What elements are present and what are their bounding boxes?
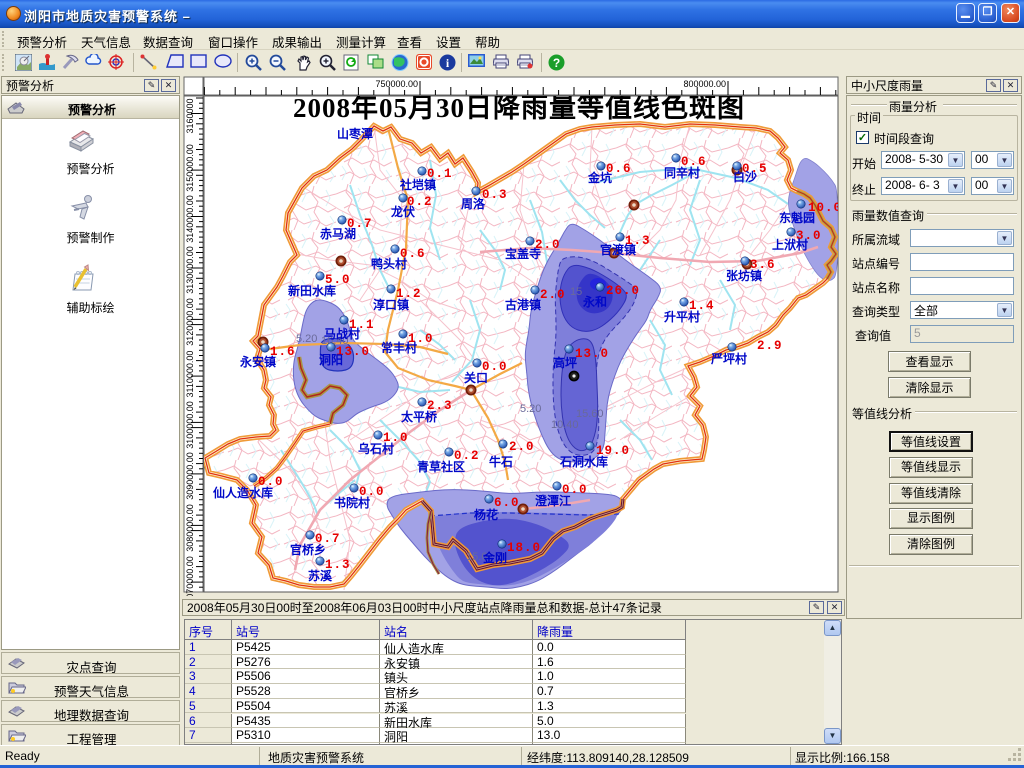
svg-text:鸭头村: 鸭头村 [371,256,407,271]
svg-text:严坪村: 严坪村 [710,351,747,366]
svg-text:3120000.00: 3120000.00 [185,298,195,346]
svg-text:太平桥: 太平桥 [401,409,438,424]
svg-text:青草社区: 青草社区 [417,459,465,474]
svg-text:官桥乡: 官桥乡 [290,542,326,557]
svg-text:10.40: 10.40 [551,419,579,431]
svg-text:3140000.00: 3140000.00 [185,195,195,243]
svg-text:13.0: 13.0 [575,347,609,361]
svg-text:张坊镇: 张坊镇 [726,268,762,283]
svg-text:3080000.00: 3080000.00 [185,504,195,552]
svg-text:关口: 关口 [464,370,488,385]
svg-text:升平村: 升平村 [664,309,700,324]
svg-text:2.9: 2.9 [757,339,783,353]
svg-text:0.3: 0.3 [482,188,508,202]
svg-text:书院村: 书院村 [334,495,370,510]
svg-text:社垲镇: 社垲镇 [399,177,436,192]
svg-text:?: ? [553,56,560,70]
svg-text:澄潭江: 澄潭江 [535,493,571,508]
svg-text:杨花: 杨花 [474,507,498,522]
svg-text:赤马湖: 赤马湖 [320,226,356,241]
svg-text:苏溪: 苏溪 [308,568,333,583]
svg-text:永和: 永和 [582,294,607,309]
svg-text:3100000.00: 3100000.00 [185,401,195,449]
svg-text:18.0: 18.0 [507,541,541,555]
svg-text:3130000.00: 3130000.00 [185,246,195,294]
svg-text:800000.00: 800000.00 [683,79,726,89]
svg-text:官渡镇: 官渡镇 [600,242,636,257]
svg-text:5.20: 5.20 [520,403,541,415]
svg-text:淳口镇: 淳口镇 [373,297,409,312]
svg-text:山枣潭: 山枣潭 [337,126,373,141]
svg-text:周洛: 周洛 [461,196,486,211]
svg-text:3160000: 3160000 [185,98,195,133]
svg-text:15: 15 [570,286,582,298]
svg-text:3070000.00: 3070000.00 [185,556,195,596]
svg-text:上洑村: 上洑村 [772,237,808,252]
svg-text:洞阳: 洞阳 [319,352,343,367]
svg-text:750000.00: 750000.00 [375,79,418,89]
svg-text:3150000.00: 3150000.00 [185,144,195,192]
svg-text:2.0: 2.0 [540,288,566,302]
svg-text:龙伏: 龙伏 [391,204,415,219]
svg-text:金刚: 金刚 [482,550,507,565]
svg-text:宝盖寺: 宝盖寺 [505,246,541,261]
svg-text:5.20: 5.20 [296,333,317,345]
svg-text:金坑: 金坑 [587,170,612,185]
svg-text:仙人造水库: 仙人造水库 [213,485,273,500]
svg-text:3110000.00: 3110000.00 [185,351,195,398]
svg-text:2.0: 2.0 [509,440,535,454]
svg-text:古港镇: 古港镇 [505,297,541,312]
svg-text:常丰村: 常丰村 [381,340,417,355]
svg-text:石洞水库: 石洞水库 [559,454,608,469]
svg-text:白沙: 白沙 [733,169,757,184]
svg-text:2008年05月30日降雨量等值线色斑图: 2008年05月30日降雨量等值线色斑图 [293,92,745,123]
svg-text:乌石村: 乌石村 [358,441,394,456]
svg-text:永安镇: 永安镇 [239,354,276,369]
svg-text:3090000.00: 3090000.00 [185,452,195,500]
svg-text:高坪: 高坪 [553,355,577,370]
svg-text:15.60: 15.60 [576,408,604,420]
svg-text:26.0: 26.0 [606,284,640,298]
svg-text:同辛村: 同辛村 [664,165,700,180]
svg-text:新田水库: 新田水库 [288,283,336,298]
svg-text:东魁园: 东魁园 [779,210,815,225]
svg-text:牛石: 牛石 [489,454,513,469]
svg-text:马战村: 马战村 [324,326,360,341]
